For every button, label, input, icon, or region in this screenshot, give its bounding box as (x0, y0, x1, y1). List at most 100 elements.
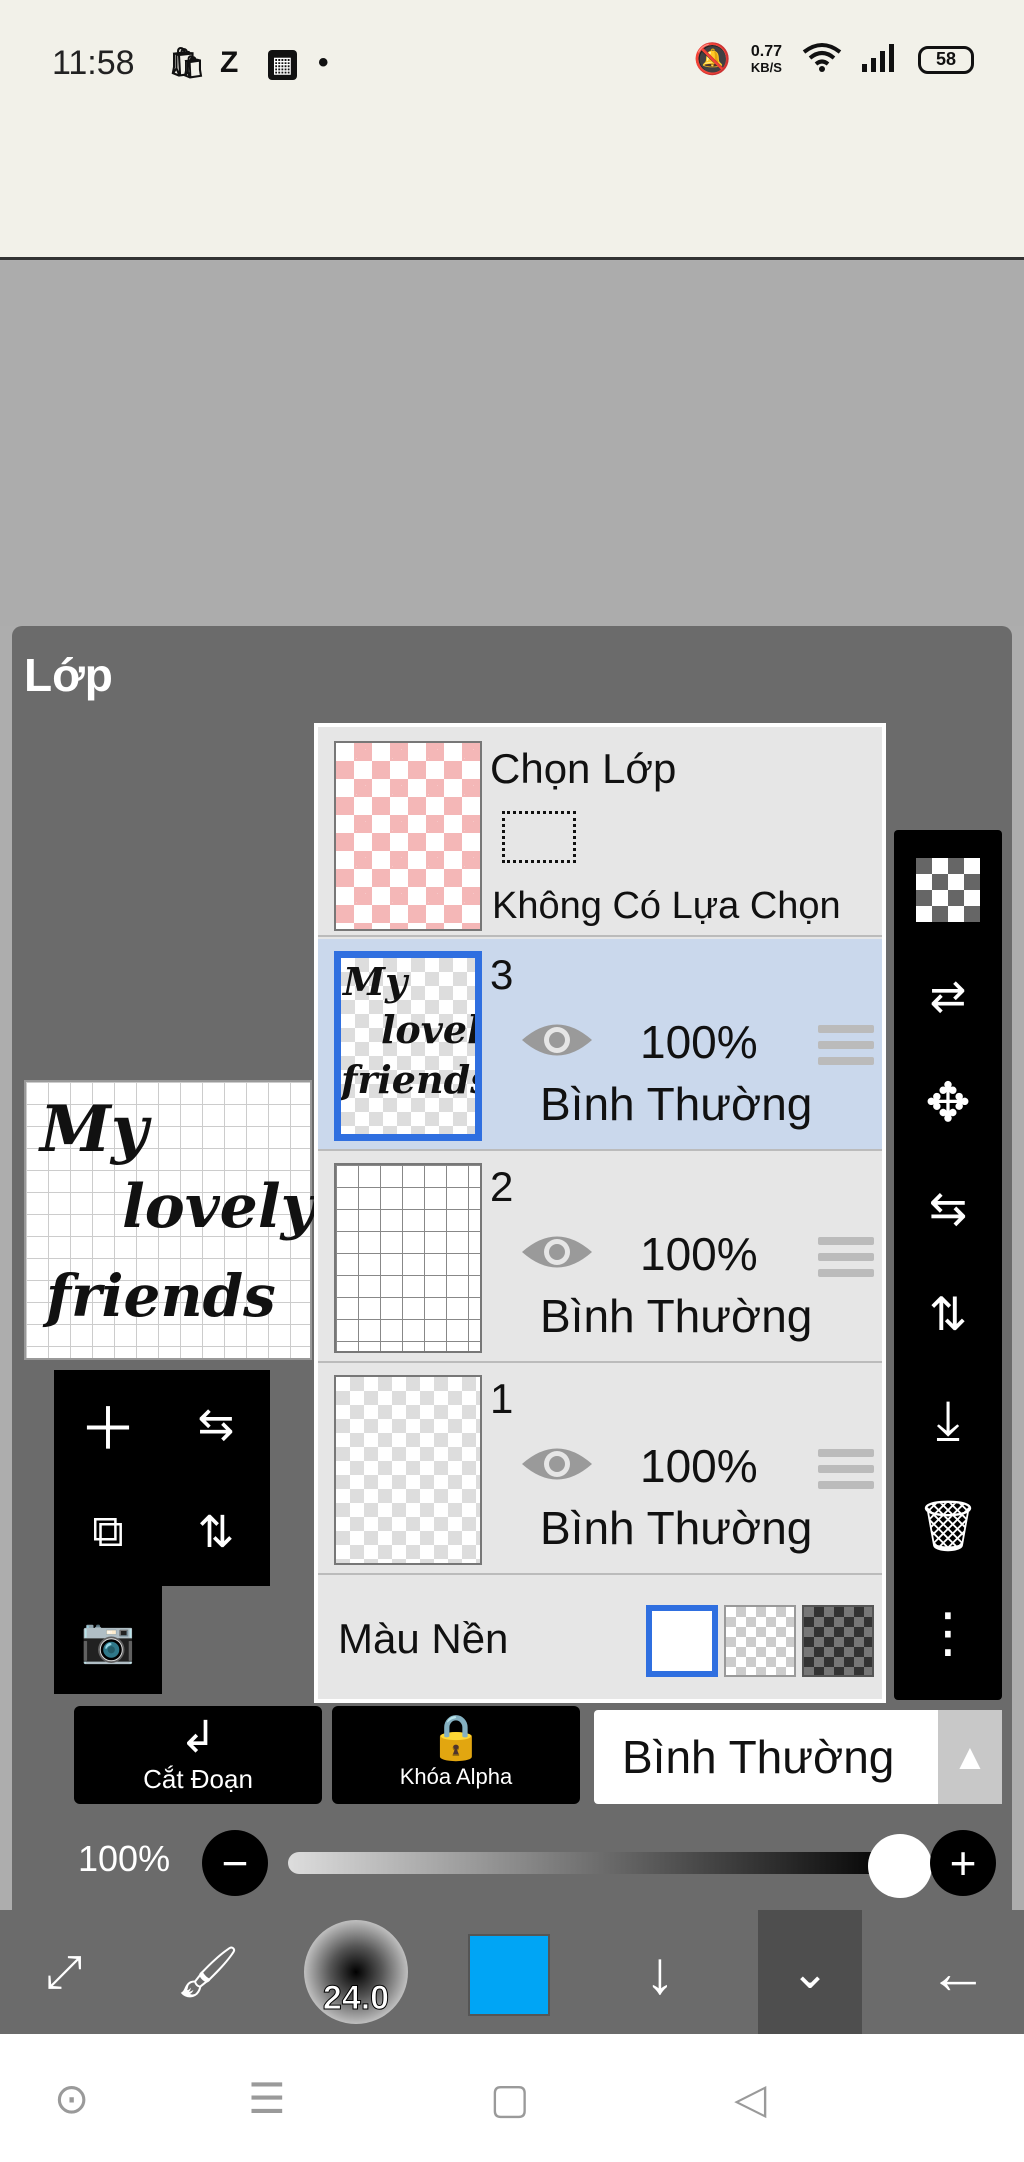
arrow-down-icon[interactable]: ↓ (610, 1910, 710, 2034)
layer-number: 2 (490, 1163, 514, 1210)
layer-toolbox: ＋ ⇆ ⧉ ⇅ 📷 (54, 1370, 270, 1696)
brush-size-value: 24.0 (322, 1979, 390, 2018)
merge-down-icon[interactable]: ⤓ (908, 1380, 988, 1460)
clipping-button[interactable]: ↲ Cắt Đoạn (74, 1706, 322, 1804)
signal-icon (862, 42, 898, 77)
back-arrow-icon[interactable]: ← (908, 1910, 1008, 2034)
layer-blend-mode: Bình Thường (540, 1290, 813, 1342)
speed-unit: KB/S (750, 59, 782, 75)
wifi-icon (802, 42, 842, 77)
flip-horizontal-icon[interactable]: ⇆ (908, 1168, 988, 1248)
layer-thumb-text-line1: My (343, 959, 408, 1004)
drag-handle-icon[interactable] (818, 1449, 874, 1497)
increase-opacity-button[interactable]: + (930, 1830, 996, 1896)
drag-handle-icon[interactable] (818, 1025, 874, 1073)
drag-handle-icon[interactable] (818, 1237, 874, 1285)
menu-icon[interactable]: ☰ (248, 2074, 286, 2123)
eye-icon[interactable] (520, 1017, 594, 1063)
flip-vertical-icon[interactable]: ⇅ (908, 1274, 988, 1354)
eye-icon[interactable] (520, 1441, 594, 1487)
trash-icon[interactable]: 🗑 (908, 1486, 988, 1566)
opacity-slider[interactable] (288, 1852, 900, 1874)
selection-marquee-icon (502, 811, 576, 863)
app-top-bar (0, 120, 1024, 260)
canvas-preview[interactable]: My lovely friends (24, 1080, 316, 1360)
system-nav-bar: ⊙ ☰ ▢ ◁ (0, 2034, 1024, 2162)
opacity-row: 100% − + (12, 1816, 1012, 1906)
color-swatch[interactable] (468, 1934, 550, 2016)
camera-icon[interactable]: 📷 (54, 1586, 162, 1694)
checkerboard-icon[interactable] (908, 850, 988, 930)
status-right: 🔕 0.77 KB/S 58 (694, 42, 974, 77)
more-options-icon[interactable]: ⋮ (908, 1592, 988, 1672)
background-dark-option[interactable] (802, 1605, 874, 1677)
brush-size-button[interactable]: 24.0 (304, 1920, 408, 2024)
bottom-toolbar: ⤢ 🖌 24.0 ↓ ⌄ ← (0, 1910, 1024, 2034)
add-layer-button[interactable]: ＋ (54, 1370, 162, 1478)
layer-blend-mode: Bình Thường (540, 1078, 813, 1130)
selection-layer-status: Không Có Lựa Chọn (492, 885, 841, 927)
canvas-area[interactable] (0, 261, 1024, 626)
blend-mode-select[interactable]: Bình Thường ▲ (594, 1710, 1002, 1804)
dropdown-up-icon[interactable]: ▲ (938, 1710, 1002, 1804)
layer-panel: Lớp My lovely friends ＋ ⇆ ⧉ ⇅ 📷 Chọn Lớp… (12, 626, 1012, 1910)
speed-value: 0.77 (750, 42, 782, 60)
background-color-label: Màu Nền (338, 1615, 509, 1662)
layer-thumbnail (334, 1375, 482, 1565)
layers-list: Chọn Lớp Không Có Lựa Chọn My lovely fri… (314, 723, 886, 1703)
layer-number: 3 (490, 951, 514, 998)
status-time: 11:58 (52, 44, 135, 82)
move-icon[interactable]: ✥ (908, 1062, 988, 1142)
background-white-option[interactable] (646, 1605, 718, 1677)
decrease-opacity-button[interactable]: − (202, 1830, 268, 1896)
layer-thumb-text-line3: friends (341, 1057, 482, 1102)
layer-row-1[interactable]: 1 100% Bình Thường (318, 1363, 882, 1575)
zalo-icon: Z (220, 46, 239, 79)
clip-arrow-icon: ↲ (179, 1713, 217, 1762)
preview-text-line3: friends (46, 1262, 276, 1330)
swap-layer-icon[interactable]: ⇄ (908, 956, 988, 1036)
layers-button[interactable]: ⌄ (758, 1910, 862, 2034)
layer-opacity: 100% (640, 1228, 758, 1280)
double-chevron-down-icon: ⌄ (790, 1946, 830, 1998)
network-speed: 0.77 KB/S (750, 42, 782, 76)
home-icon[interactable]: ▢ (490, 2074, 530, 2123)
transform-tool-icon[interactable]: ⤢ (16, 1910, 112, 2034)
news-icon: ▦ (268, 50, 297, 80)
clipping-label: Cắt Đoạn (143, 1764, 253, 1794)
flip-horizontal-button[interactable]: ⇆ (162, 1370, 270, 1478)
blend-mode-value: Bình Thường (622, 1731, 895, 1783)
background-color-row: Màu Nền (318, 1587, 882, 1697)
panel-title: Lớp (24, 649, 113, 701)
alpha-lock-button[interactable]: 🔒 Khóa Alpha (332, 1706, 580, 1804)
alpha-lock-label: Khóa Alpha (399, 1764, 513, 1789)
layer-blend-mode: Bình Thường (540, 1502, 813, 1554)
flip-vertical-button[interactable]: ⇅ (162, 1478, 270, 1586)
back-icon[interactable]: ◁ (734, 2074, 766, 2123)
layer-number: 1 (490, 1375, 514, 1422)
lock-icon: 🔒 (428, 1713, 484, 1762)
eye-icon[interactable] (520, 1229, 594, 1275)
layer-thumb-text-line2: lovely (381, 1007, 482, 1052)
layer-thumbnail (334, 1163, 482, 1353)
layer-row-3[interactable]: My lovely friends 3 100% Bình Thường (318, 939, 882, 1151)
layer-side-toolbar: ⇄ ✥ ⇆ ⇅ ⤓ 🗑 ⋮ (894, 830, 1002, 1700)
selection-layer-row[interactable]: Chọn Lớp Không Có Lựa Chọn (318, 727, 882, 937)
battery-icon: 58 (918, 45, 974, 74)
battery-level: 58 (935, 49, 957, 69)
opacity-label: 100% (78, 1838, 171, 1879)
preview-text-line1: My (40, 1092, 149, 1167)
layer-thumbnail: My lovely friends (334, 951, 482, 1141)
selection-layer-thumbnail (334, 741, 482, 931)
layer-row-2[interactable]: 2 100% Bình Thường (318, 1151, 882, 1363)
status-bar: 11:58 🛍 Z ▦ • 🔕 0.77 KB/S 58 (0, 0, 1024, 120)
shopping-bag-icon: 🛍 (168, 47, 207, 80)
selection-layer-title: Chọn Lớp (490, 745, 677, 792)
layer-opacity: 100% (640, 1440, 758, 1492)
assistant-icon[interactable]: ⊙ (54, 2074, 89, 2123)
duplicate-layer-button[interactable]: ⧉ (54, 1478, 162, 1586)
brush-tool-icon[interactable]: 🖌 (160, 1910, 256, 2034)
opacity-slider-knob[interactable] (868, 1834, 932, 1898)
background-transparent-option[interactable] (724, 1605, 796, 1677)
dot-icon: • (318, 46, 329, 79)
